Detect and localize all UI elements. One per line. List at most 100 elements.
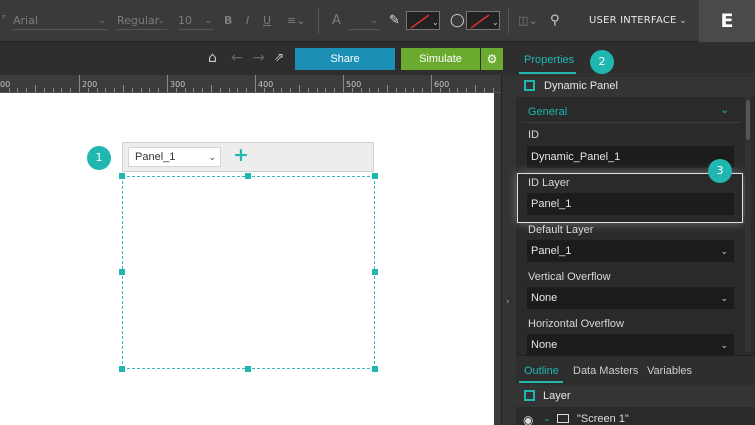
underline-button[interactable]: U [263,12,271,30]
forward-arrow-icon[interactable]: → [253,50,265,66]
tab-outline[interactable]: Outline [524,365,559,377]
vertical-overflow-select[interactable]: None ⌄ [527,287,734,309]
chevron-down-icon[interactable]: ⌄ [543,414,551,424]
chevron-down-icon: ⌄ [157,16,165,26]
resize-handle[interactable] [372,366,378,372]
id-label: ID [528,129,539,141]
tab-data-masters[interactable]: Data Masters [573,365,638,377]
ruler-label: 200 [82,80,98,89]
panel-collapse-strip[interactable]: › [501,75,516,425]
ruler-tick [281,88,283,92]
vertical-overflow-label: Vertical Overflow [528,271,611,283]
ruler-tick [202,88,204,92]
outline-row-screen[interactable] [516,410,755,425]
ruler-tick [466,88,468,92]
id-value: Dynamic_Panel_1 [531,151,621,163]
ruler-tick [290,88,292,92]
ruler-tick [61,88,63,92]
ruler-tick [378,88,380,92]
font-family-select[interactable]: Arial ⌄ [13,12,108,30]
step-marker-3: 3 [708,159,732,183]
chevron-down-icon: ⌄ [720,103,730,116]
ruler-tick [140,88,142,92]
align-icon[interactable]: ≡⌄ [287,12,305,30]
active-tab-indicator [519,72,576,74]
ruler-tick [17,88,19,92]
general-section-label: General [528,106,568,118]
ruler-tick [483,88,485,92]
resize-handle[interactable] [245,366,251,372]
svg-text:⌄: ⌄ [492,18,499,27]
ruler-tick [343,75,344,92]
no-color-icon: ⌄ [410,14,439,29]
simulate-button[interactable]: Simulate [401,48,480,70]
horizontal-overflow-value: None [531,339,558,351]
font-style-value: Regular [117,14,160,27]
text-size-select[interactable]: ⌄ [348,12,380,30]
ruler-label: 00 [0,80,11,89]
text-size-icon[interactable]: A [332,12,341,30]
ruler-tick [475,85,476,92]
chevron-down-icon: ⌄ [204,16,212,26]
resize-handle[interactable] [119,173,125,179]
chevron-down-icon: ⌄ [720,340,728,350]
share-button[interactable]: Share [295,48,395,70]
simulation-settings-button[interactable]: ⚙ [481,48,503,70]
resize-handle[interactable] [119,269,125,275]
external-link-icon[interactable]: ⇗ [274,50,284,64]
panel-layer-select[interactable]: Panel_1 ⌄ [128,147,221,167]
italic-button[interactable]: I [246,12,249,30]
home-icon[interactable]: ⌂ [208,50,217,66]
ruler-tick [114,88,116,92]
bold-button[interactable]: B [224,12,232,30]
ruler-tick [316,88,318,92]
distribute-icon[interactable]: ◫⌄ [518,12,538,30]
back-arrow-icon[interactable]: ← [231,50,243,66]
resize-handle[interactable] [119,366,125,372]
ruler-tick [219,88,221,92]
resize-handle[interactable] [372,173,378,179]
tab-variables[interactable]: Variables [647,365,692,377]
chevron-right-icon: › [506,297,510,307]
layer-title: Layer [543,390,571,402]
fill-drop-icon: ◯ [450,13,465,28]
ruler-tick [325,88,327,92]
search-icon[interactable]: ⚲ [550,12,560,30]
ruler-tick [70,88,72,92]
ruler-tick [237,88,239,92]
fill-color-picker[interactable]: ⌄ [466,11,500,30]
add-layer-icon[interactable]: + [233,145,249,165]
default-layer-select[interactable]: Panel_1 ⌄ [527,240,734,262]
font-style-select[interactable]: Regular ⌄ [117,12,167,30]
ruler-label: 600 [434,80,450,89]
toolbar-divider [318,8,319,34]
properties-scrollbar-thumb[interactable] [746,100,750,140]
resize-handle[interactable] [245,173,251,179]
ruler-label: 500 [346,80,362,89]
monitor-icon [557,414,569,423]
font-size-select[interactable]: 10 ⌄ [178,12,214,30]
user-interface-menu[interactable]: USER INTERFACE ⌄ [575,0,699,42]
ruler-tick [131,88,133,92]
ruler-tick [422,88,424,92]
eye-icon[interactable]: ◉ [523,413,533,425]
no-color-icon: ⌄ [470,14,499,29]
canvas-scrollbar[interactable] [494,93,501,425]
ruler-tick [228,88,230,92]
horizontal-ruler: 00 200 300 400 500 600 [0,75,501,93]
ruler-tick [105,88,107,92]
ruler-tick [43,88,45,92]
id-field[interactable]: Dynamic_Panel_1 [527,146,734,168]
ruler-tick [334,88,336,92]
ruler-tick [307,88,309,92]
stroke-color-picker[interactable]: ⌄ [406,11,440,30]
tab-properties[interactable]: Properties [524,54,574,66]
user-avatar[interactable]: E [699,0,755,42]
component-title: Dynamic Panel [544,80,618,92]
resize-handle[interactable] [372,269,378,275]
dynamic-panel-area[interactable] [122,176,375,369]
ruler-tick [123,85,124,92]
horizontal-overflow-select[interactable]: None ⌄ [527,334,734,356]
chevron-down-icon: ⌄ [720,293,728,303]
svg-text:⌄: ⌄ [432,18,439,27]
